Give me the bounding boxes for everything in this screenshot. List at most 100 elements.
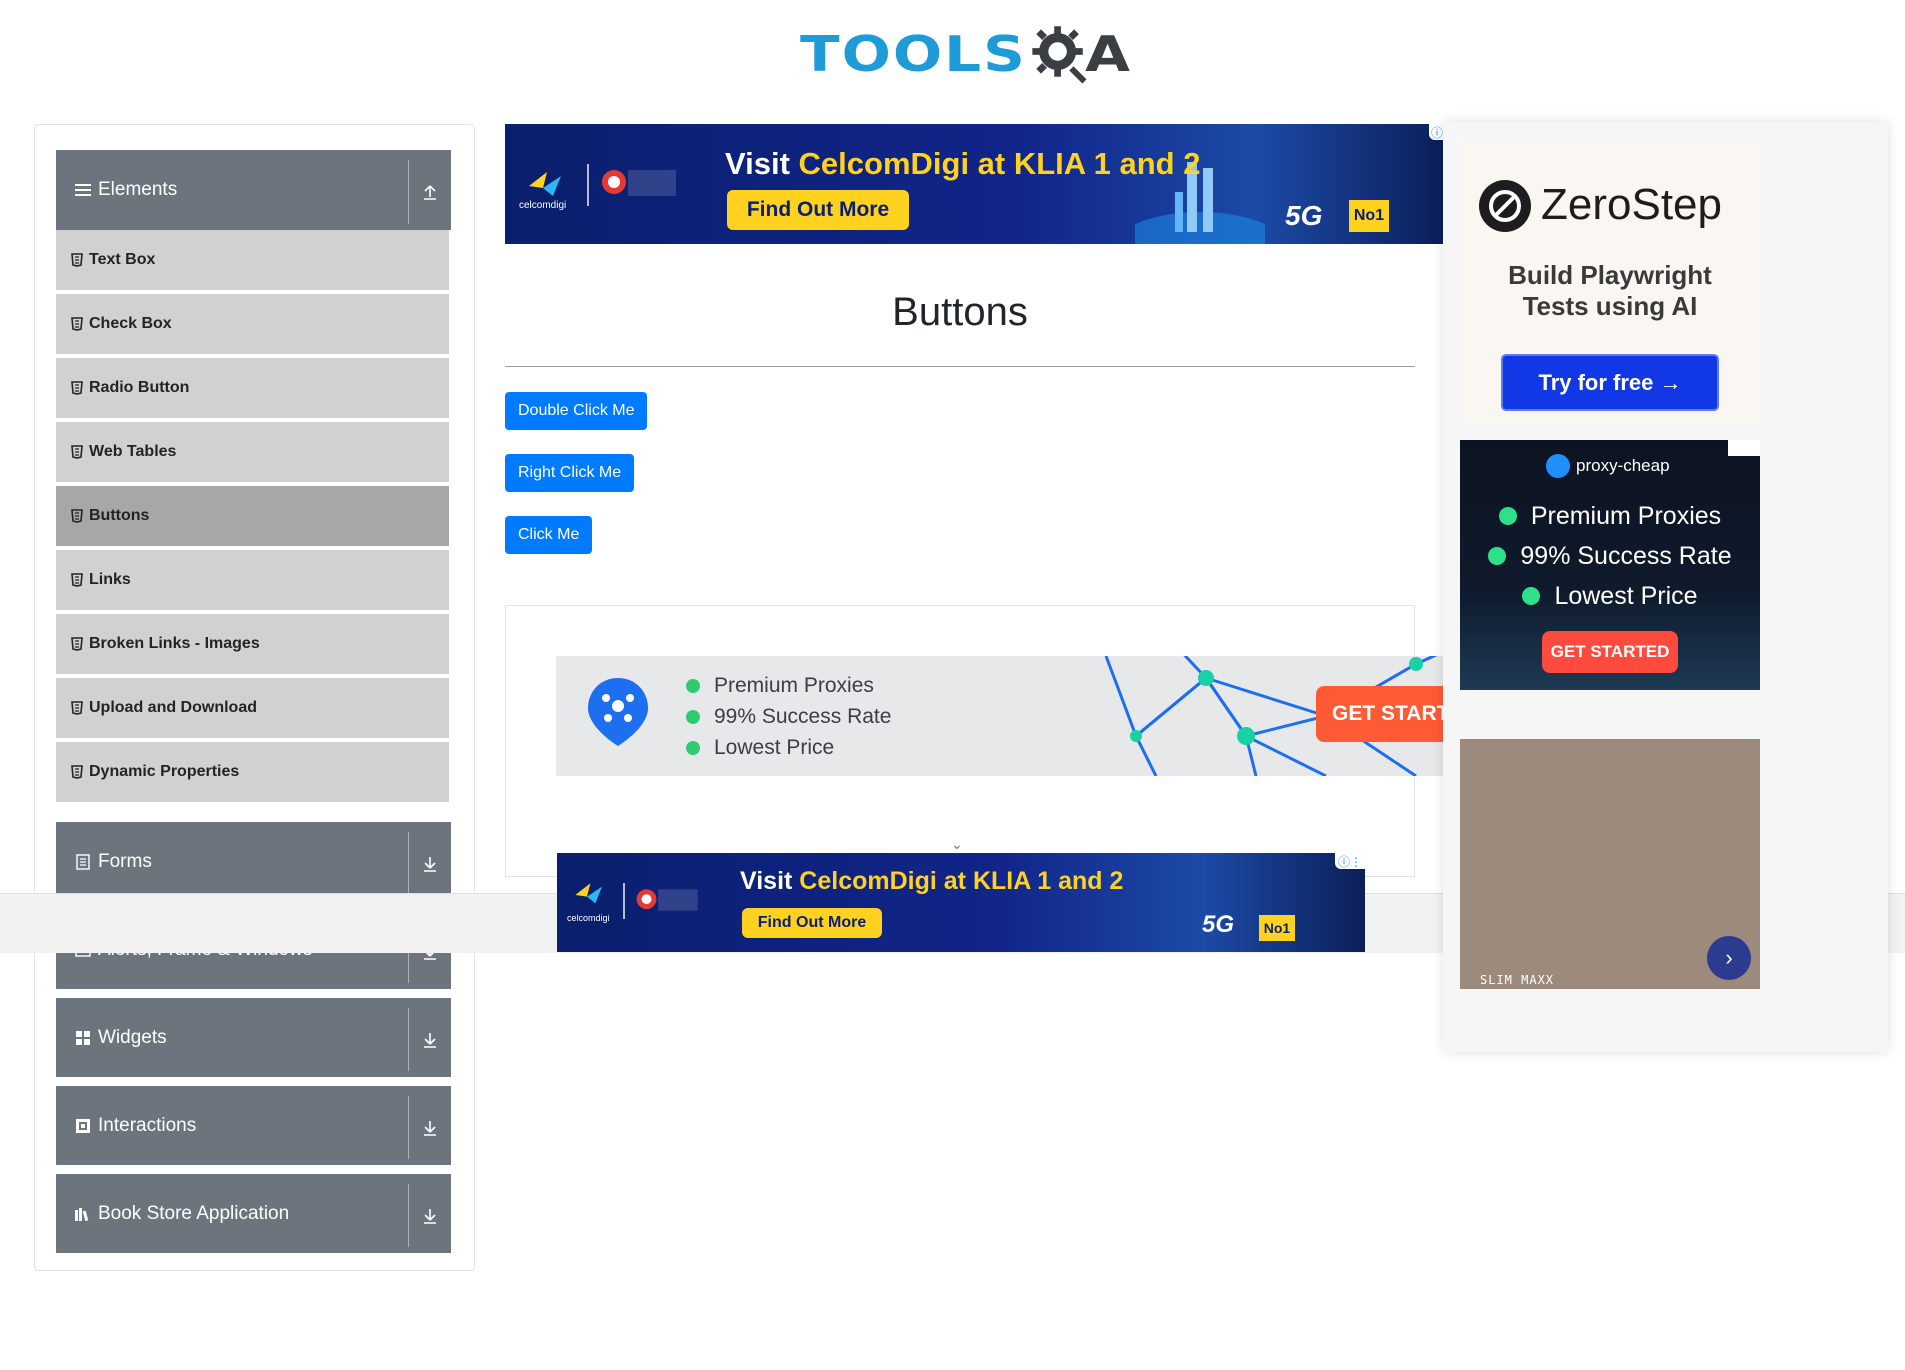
sidebar-item-buttons[interactable]: Buttons: [56, 486, 449, 548]
try-for-free-button[interactable]: Try for free →: [1501, 354, 1719, 411]
ad-headline-highlight: CelcomDigi at KLIA 1 and 2: [799, 867, 1124, 895]
sidebar-item-dynamic-properties[interactable]: Dynamic Properties: [56, 742, 449, 804]
get-started-button[interactable]: GET STARTED: [1542, 631, 1678, 673]
ad-divider: [623, 883, 625, 919]
proxy-feature: 99% Success Rate: [686, 701, 891, 732]
celcom-logo-icon: [575, 883, 602, 904]
group-elements[interactable]: Elements: [56, 150, 451, 230]
sidebar-item-links[interactable]: Links: [56, 550, 449, 612]
proxy-banner-ad[interactable]: Premium Proxies 99% Success Rate Lowest …: [556, 656, 1446, 776]
logo-tools-text: TOOLS: [800, 25, 1027, 83]
proxy-cheap-feature: Premium Proxies: [1460, 496, 1760, 536]
proxy-feature-label: Premium Proxies: [714, 673, 874, 697]
sidebar-item-check-box[interactable]: Check Box: [56, 294, 449, 356]
find-out-more-button[interactable]: Find Out More: [727, 190, 909, 230]
title-divider: [505, 366, 1415, 367]
group-widgets[interactable]: Widgets: [56, 998, 451, 1077]
form-icon: [74, 853, 92, 871]
find-out-more-button[interactable]: Find Out More: [742, 908, 882, 938]
check-icon: [1488, 547, 1507, 565]
item-icon: [71, 573, 83, 587]
proxy-cheap-brand: proxy-cheap: [1576, 456, 1670, 475]
proxy-cheap-logo: proxy-cheap: [1546, 454, 1670, 478]
slim-maxx-label: SLIM MAXX: [1480, 973, 1555, 987]
toolsqa-logo[interactable]: TOOLS A: [800, 14, 1130, 94]
item-icon: [71, 701, 83, 715]
chevron-right-icon[interactable]: ›: [1707, 936, 1751, 980]
sidebar-item-broken-links[interactable]: Broken Links - Images: [56, 614, 449, 676]
zerostep-subtitle-line: Build Playwright: [1508, 260, 1712, 290]
logo-gear-icon: [1032, 26, 1087, 84]
check-icon: [1522, 587, 1541, 605]
get-started-button[interactable]: GET STARTED: [1316, 686, 1446, 742]
item-icon: [71, 445, 83, 459]
check-icon: [686, 678, 700, 693]
proxy-feature-label: Lowest Price: [714, 735, 835, 759]
group-label: Interactions: [98, 1114, 197, 1136]
item-icon: [71, 637, 83, 651]
group-label: Book Store Application: [98, 1202, 290, 1224]
sidebar-item-upload-download[interactable]: Upload and Download: [56, 678, 449, 740]
zerostep-subtitle-line: Tests using AI: [1522, 291, 1698, 321]
arrow-down-icon[interactable]: [408, 1008, 451, 1071]
zerostep-name: ZeroStep: [1541, 180, 1722, 229]
ad-info-icon[interactable]: ⓘ⋮: [1335, 853, 1365, 869]
proxy-feature: Premium Proxies: [686, 670, 891, 701]
sidebar-item-label: Text Box: [89, 251, 156, 268]
sidebar-item-label: Web Tables: [89, 443, 177, 460]
item-icon: [71, 509, 83, 523]
check-icon: [686, 740, 700, 755]
group-interactions[interactable]: Interactions: [56, 1086, 451, 1165]
ad-no1-badge: No1: [1349, 200, 1389, 232]
ad-5g-badge: 5G: [1285, 200, 1323, 231]
arrow-down-icon[interactable]: [408, 1096, 451, 1159]
book-icon: [74, 1205, 92, 1223]
slim-maxx-ad[interactable]: › SLIM MAXX: [1460, 739, 1760, 989]
celcom-brand: celcomdigi: [519, 200, 567, 211]
proxy-cheap-logo-icon: [1546, 454, 1570, 478]
grid-icon: [74, 1029, 92, 1047]
arrow-down-icon[interactable]: [408, 832, 451, 895]
proxy-cheap-feature: 99% Success Rate: [1460, 536, 1760, 576]
check-icon: [686, 709, 700, 724]
click-me-button[interactable]: Click Me: [505, 516, 593, 554]
celcom-bottom-ad[interactable]: celcomdigi Visit CelcomDigi at KLIA 1 an…: [557, 853, 1365, 952]
ad-headline-highlight: CelcomDigi at KLIA 1 and 2: [798, 146, 1201, 181]
celcom-top-ad[interactable]: celcomdigi Visit CelcomDigi at KLIA 1 an…: [505, 124, 1445, 244]
sidebar-item-web-tables[interactable]: Web Tables: [56, 422, 449, 484]
zerostep-logo-icon: [1479, 180, 1531, 232]
right-click-button[interactable]: Right Click Me: [505, 454, 635, 492]
sidebar-item-label: Dynamic Properties: [89, 763, 240, 780]
group-label: Forms: [98, 850, 152, 872]
group-book-store[interactable]: Book Store Application: [56, 1174, 451, 1253]
ad-info-icon[interactable]: [1728, 440, 1760, 456]
proxy-cheap-ad[interactable]: proxy-cheap Premium Proxies 99% Success …: [1460, 440, 1760, 690]
proxy-pin-icon: [588, 678, 648, 746]
sidebar-item-text-box[interactable]: Text Box: [56, 230, 449, 292]
item-icon: [71, 765, 83, 779]
arrow-up-icon[interactable]: [408, 160, 451, 224]
arrow-down-icon[interactable]: [408, 1184, 451, 1247]
proxy-cheap-feature: Lowest Price: [1460, 576, 1760, 616]
group-forms[interactable]: Forms: [56, 822, 451, 901]
ad-headline-pre: Visit: [740, 867, 800, 895]
item-icon: [71, 317, 83, 331]
item-icon: [71, 253, 83, 267]
sidebar-item-label: Broken Links - Images: [89, 635, 260, 652]
proxy-cheap-feature-label: Lowest Price: [1554, 581, 1698, 610]
group-label: Widgets: [98, 1026, 167, 1048]
proxy-feature-list: Premium Proxies 99% Success Rate Lowest …: [686, 670, 891, 763]
double-click-button[interactable]: Double Click Me: [505, 392, 648, 430]
zerostep-ad[interactable]: ZeroStep Build Playwright Tests using AI…: [1461, 140, 1759, 423]
proxy-cheap-feature-label: Premium Proxies: [1530, 501, 1722, 530]
sidebar-item-label: Radio Button: [89, 379, 190, 396]
chevron-down-icon[interactable]: ⌄: [951, 836, 963, 853]
item-icon: [71, 381, 83, 395]
ad-headline: Visit CelcomDigi at KLIA 1 and 2: [740, 867, 1123, 896]
ad-headline: Visit CelcomDigi at KLIA 1 and 2: [725, 146, 1200, 182]
sidebar-item-radio-button[interactable]: Radio Button: [56, 358, 449, 420]
group-label: Elements: [98, 179, 178, 200]
hamburger-icon: [74, 181, 92, 199]
proxy-cheap-feature-label: 99% Success Rate: [1520, 541, 1732, 570]
sidebar-item-label: Upload and Download: [89, 699, 257, 716]
